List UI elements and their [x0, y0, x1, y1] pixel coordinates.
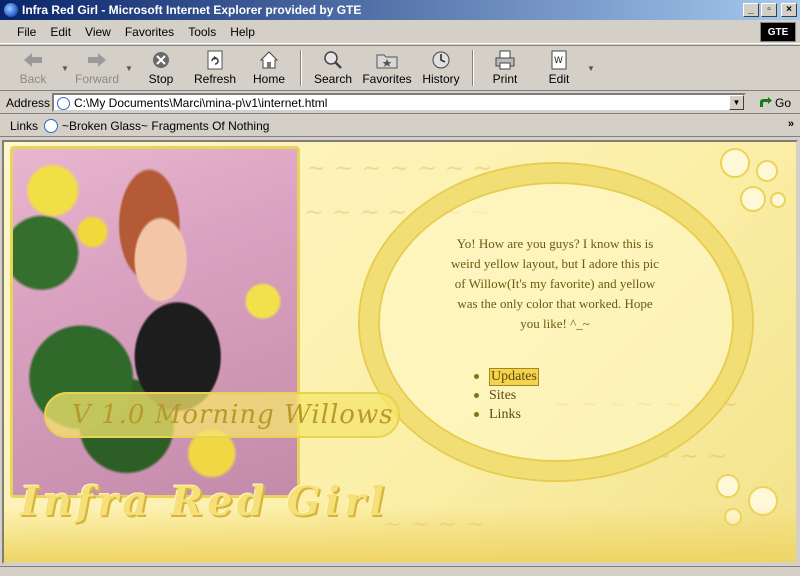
menu-bar: File Edit View Favorites Tools Help GTE	[0, 20, 800, 44]
address-input[interactable]: C:\My Documents\Marci\mina-p\v1\internet…	[52, 93, 746, 112]
print-label: Print	[492, 72, 518, 86]
nav-item-sites[interactable]: Sites	[474, 386, 539, 405]
back-button[interactable]: Back	[6, 46, 60, 90]
decorative-circle	[770, 192, 786, 208]
address-value: C:\My Documents\Marci\mina-p\v1\internet…	[74, 95, 328, 110]
standard-toolbar: Back ▼ Forward ▼ Stop Refresh Home Searc…	[0, 45, 800, 91]
refresh-button[interactable]: Refresh	[188, 46, 242, 90]
menu-edit[interactable]: Edit	[43, 25, 78, 39]
edit-label: Edit	[548, 72, 570, 86]
back-dropdown-icon[interactable]: ▼	[60, 46, 70, 90]
menu-view[interactable]: View	[78, 25, 118, 39]
svg-text:W: W	[554, 56, 563, 66]
links-label: Links	[10, 118, 39, 133]
stop-label: Stop	[148, 72, 174, 86]
history-label: History	[422, 72, 460, 86]
edit-document-icon: W	[548, 50, 570, 70]
history-icon	[430, 50, 452, 70]
edit-button[interactable]: W Edit	[532, 46, 586, 90]
toolbar-separator	[472, 50, 474, 86]
page-icon	[57, 97, 70, 110]
stop-icon	[150, 50, 172, 70]
home-icon	[258, 50, 280, 70]
willow-photo	[10, 146, 300, 498]
go-label: Go	[775, 95, 792, 110]
forward-button[interactable]: Forward	[70, 46, 124, 90]
close-button[interactable]: ×	[781, 3, 797, 17]
back-arrow-icon	[22, 50, 44, 70]
nav-updates-label: Updates	[489, 367, 539, 386]
menu-file[interactable]: File	[10, 25, 43, 39]
menu-help[interactable]: Help	[223, 25, 262, 39]
address-bar: Address C:\My Documents\Marci\mina-p\v1\…	[0, 92, 800, 114]
refresh-label: Refresh	[193, 72, 237, 86]
stop-button[interactable]: Stop	[134, 46, 188, 90]
menu-favorites[interactable]: Favorites	[118, 25, 181, 39]
background-script: ~ ~ ~ ~ ~ ~ ~	[306, 154, 493, 182]
forward-label: Forward	[74, 72, 119, 86]
decorative-circle	[756, 160, 778, 182]
address-dropdown-icon[interactable]: ▼	[729, 95, 744, 110]
forward-dropdown-icon[interactable]: ▼	[124, 46, 134, 90]
title-bar: Infra Red Girl - Microsoft Internet Expl…	[0, 0, 800, 20]
ie-icon	[4, 3, 18, 17]
gte-logo: GTE	[760, 22, 796, 42]
status-bar	[0, 566, 800, 576]
minimize-button[interactable]: _	[743, 3, 759, 17]
nav-item-updates[interactable]: Updates	[474, 367, 539, 386]
edit-dropdown-icon[interactable]: ▼	[586, 46, 596, 90]
go-arrow-icon	[760, 96, 772, 107]
window-controls: _ ▫ ×	[743, 3, 797, 17]
intro-text: Yo! How are you guys? I know this is wei…	[451, 236, 659, 331]
refresh-icon	[204, 50, 226, 70]
favorites-label: Favorites	[362, 72, 412, 86]
link-broken-glass[interactable]: ~Broken Glass~ Fragments Of Nothing	[44, 118, 270, 133]
search-icon	[322, 50, 344, 70]
nav-sites-label: Sites	[489, 387, 517, 403]
page-content: ~ ~ ~ ~ ~ ~ ~ ~ ~ ~ ~ ~ ~ ~ ~ ~ ~ ~ ~ ~ …	[2, 140, 798, 564]
decorative-circle	[740, 186, 766, 212]
page-icon	[44, 118, 58, 133]
site-logo: Infra Red Girl	[20, 478, 389, 525]
links-more-icon[interactable]: »	[788, 118, 794, 130]
links-bar: Links ~Broken Glass~ Fragments Of Nothin…	[0, 115, 800, 137]
site-nav: Updates Sites Links	[474, 367, 539, 424]
toolbar-separator	[300, 50, 302, 86]
decorative-circle	[720, 148, 750, 178]
search-label: Search	[313, 72, 353, 86]
go-button[interactable]: Go	[758, 96, 791, 110]
menu-tools[interactable]: Tools	[181, 25, 223, 39]
favorites-button[interactable]: Favorites	[360, 46, 414, 90]
search-button[interactable]: Search	[306, 46, 360, 90]
back-label: Back	[19, 72, 47, 86]
window-title: Infra Red Girl - Microsoft Internet Expl…	[22, 3, 362, 17]
link-broken-glass-label: ~Broken Glass~ Fragments Of Nothing	[62, 118, 270, 133]
address-label: Address	[6, 95, 51, 110]
printer-icon	[494, 50, 516, 70]
decorative-circle	[716, 474, 740, 498]
maximize-button[interactable]: ▫	[761, 3, 777, 17]
version-banner: V 1.0 Morning Willows	[44, 392, 400, 438]
favorites-folder-icon	[376, 50, 398, 70]
forward-arrow-icon	[86, 50, 108, 70]
nav-links-label: Links	[489, 406, 521, 422]
nav-item-links[interactable]: Links	[474, 405, 539, 424]
home-button[interactable]: Home	[242, 46, 296, 90]
print-button[interactable]: Print	[478, 46, 532, 90]
home-label: Home	[252, 72, 285, 86]
history-button[interactable]: History	[414, 46, 468, 90]
